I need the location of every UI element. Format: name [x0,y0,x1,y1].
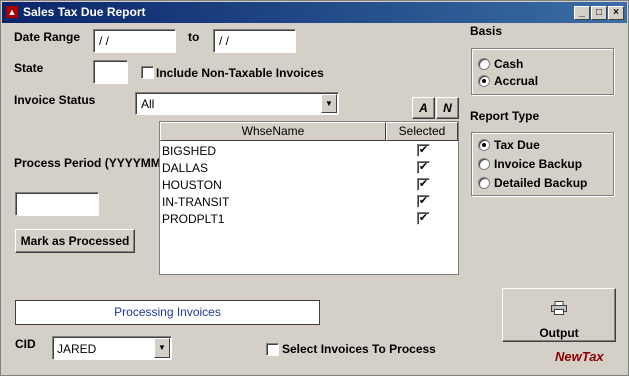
invoice-status-select[interactable]: All ▼ [135,92,339,115]
status-text: Processing Invoices [15,300,320,325]
brand-label: NewTax [555,349,604,364]
invoice-status-label: Invoice Status [14,93,96,107]
printer-icon [551,301,567,315]
table-row[interactable]: BIGSHED ✔ [160,143,456,160]
warehouse-selected-checkbox[interactable]: ✔ [417,161,430,174]
date-range-label: Date Range [14,30,81,44]
radio-icon[interactable] [478,138,490,151]
basis-option-cash[interactable]: Cash [478,57,523,71]
column-header-whsename[interactable]: WhseName [160,122,386,141]
report-type-option-tax-due[interactable]: Tax Due [478,138,540,152]
warehouse-name: IN-TRANSIT [162,195,230,209]
include-nontaxable-checkbox[interactable] [141,65,154,80]
cid-value: JARED [57,342,97,356]
date-from-input[interactable]: / / [93,29,176,53]
radio-icon[interactable] [478,57,490,70]
radio-icon[interactable] [478,157,490,170]
select-none-button[interactable]: N [436,97,459,119]
cid-select[interactable]: JARED ▼ [52,336,172,360]
report-type-label: Report Type [470,109,540,123]
basis-option-accrual[interactable]: Accrual [478,74,538,88]
to-label: to [188,30,200,44]
column-header-selected[interactable]: Selected [386,122,458,141]
output-button[interactable]: Output [502,288,616,342]
date-to-input[interactable]: / / [213,29,296,53]
table-row[interactable]: PRODPLT1 ✔ [160,211,456,228]
title-bar[interactable]: ▲ Sales Tax Due Report _ □ × [2,2,627,23]
output-label: Output [539,326,579,340]
report-window: ▲ Sales Tax Due Report _ □ × Date Range … [0,0,629,376]
cid-label: CID [15,337,36,351]
invoice-status-value: All [141,97,155,111]
minimize-button[interactable]: _ [574,6,590,20]
warehouse-selected-checkbox[interactable]: ✔ [417,212,430,225]
select-invoices-checkbox[interactable] [266,342,279,357]
table-row[interactable]: DALLAS ✔ [160,160,456,177]
table-row[interactable]: HOUSTON ✔ [160,177,456,194]
chevron-down-icon[interactable]: ▼ [321,94,337,113]
mark-as-processed-button[interactable]: Mark as Processed [15,229,135,253]
include-nontaxable-label: Include Non-Taxable Invoices [156,66,324,80]
warehouse-selected-checkbox[interactable]: ✔ [417,144,430,157]
process-period-label: Process Period (YYYYMM) [14,156,159,170]
select-all-button[interactable]: A [412,97,435,119]
maximize-button[interactable]: □ [591,6,607,20]
close-button[interactable]: × [608,6,624,20]
report-type-option-detailed-backup[interactable]: Detailed Backup [478,176,587,190]
warehouse-name: PRODPLT1 [162,212,225,226]
warehouse-name: BIGSHED [162,144,217,158]
window-title: Sales Tax Due Report [23,5,146,19]
process-period-label-clip: Process Period (YYYYMM) [14,156,159,172]
warehouse-grid[interactable]: WhseName Selected BIGSHED ✔ DALLAS ✔ HOU… [159,121,459,275]
process-period-input[interactable] [15,192,99,216]
report-app-icon[interactable]: ▲ [6,6,18,18]
warehouse-name: HOUSTON [162,178,222,192]
state-input[interactable] [93,60,128,84]
radio-icon[interactable] [478,74,490,87]
table-row[interactable]: IN-TRANSIT ✔ [160,194,456,211]
state-label: State [14,61,44,75]
warehouse-selected-checkbox[interactable]: ✔ [417,195,430,208]
warehouse-name: DALLAS [162,161,209,175]
warehouse-selected-checkbox[interactable]: ✔ [417,178,430,191]
report-type-option-invoice-backup[interactable]: Invoice Backup [478,157,582,171]
radio-icon[interactable] [478,176,490,189]
select-invoices-label: Select Invoices To Process [282,342,436,356]
basis-label: Basis [470,24,503,38]
chevron-down-icon[interactable]: ▼ [154,338,170,358]
